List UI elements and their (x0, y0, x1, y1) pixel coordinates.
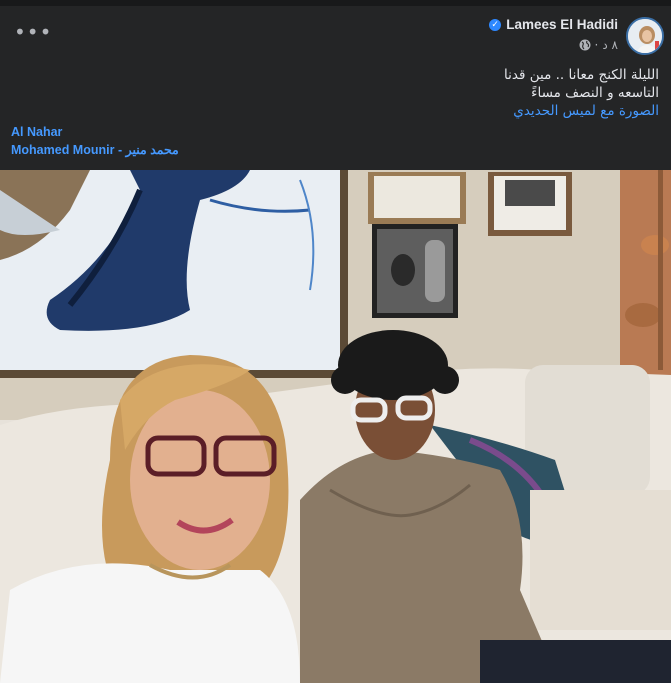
with-tag-link[interactable]: الصورة مع لميس الحديدي (59, 102, 659, 120)
post-time[interactable]: ٨ د (602, 38, 618, 52)
post-header: ✓ Lamees El Hadidi (489, 17, 618, 32)
photo-illustration (0, 170, 671, 683)
tag-link-al-nahar[interactable]: Al Nahar (11, 123, 179, 141)
post-meta: ٨ د · (579, 38, 618, 52)
more-options-icon[interactable]: ••• (14, 22, 51, 46)
author-name[interactable]: Lamees El Hadidi (506, 17, 618, 32)
tagged-pages: Al Nahar Mohamed Mounir - محمد منير (11, 123, 179, 159)
caption-line: التاسعه و النصف مساءً (531, 85, 659, 101)
post-caption: الليلة الكنج معانا .. مين قدنا التاسعه و… (59, 66, 659, 120)
meta-dot: · (594, 38, 599, 52)
avatar[interactable] (626, 17, 664, 55)
tag-link-mohamed-mounir[interactable]: Mohamed Mounir - محمد منير (11, 141, 179, 159)
caption-line: الليلة الكنج معانا .. مين قدنا (504, 67, 659, 83)
facebook-post: ••• ✓ Lamees El Hadidi ٨ د · الليلة الكن… (0, 0, 671, 683)
verified-badge-icon: ✓ (489, 18, 502, 31)
post-photo[interactable] (0, 170, 671, 683)
top-divider (0, 0, 671, 6)
globe-icon (579, 39, 591, 51)
